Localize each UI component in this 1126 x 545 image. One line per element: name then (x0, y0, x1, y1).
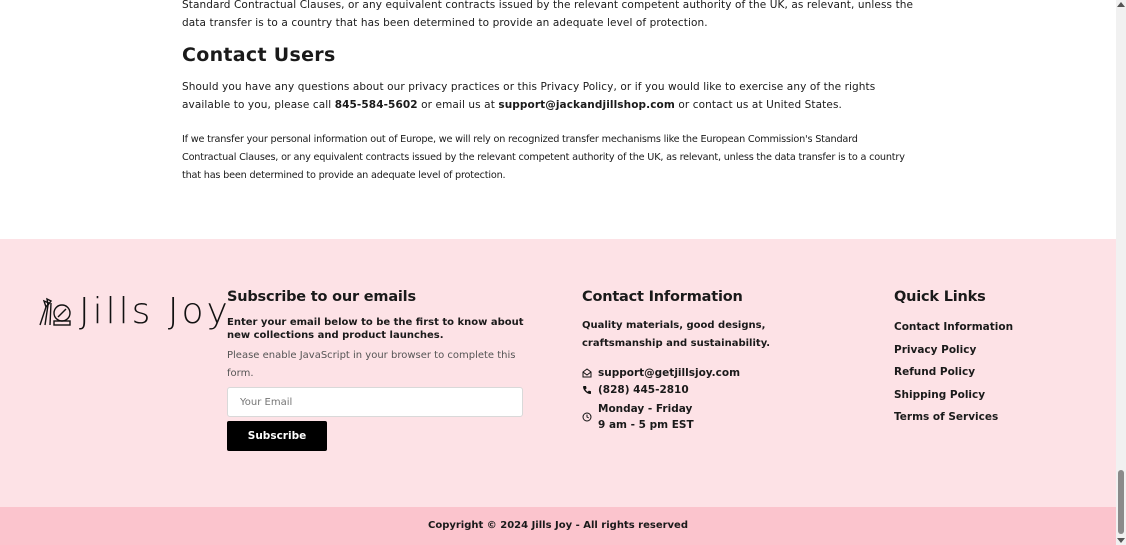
contact-hours-row: Monday - Friday 9 am - 5 pm EST (582, 401, 852, 433)
quick-link-shipping-policy[interactable]: Shipping Policy (894, 387, 1074, 410)
phone-icon (583, 386, 591, 394)
logo-text: Jills Joy (79, 291, 231, 332)
hours-days: Monday - Friday (598, 403, 693, 415)
contact-phone: (828) 445-2810 (598, 384, 689, 396)
vertical-scrollbar[interactable] (1116, 0, 1126, 545)
contact-users-paragraph: Should you have any questions about our … (182, 78, 922, 114)
copyright-bar: Copyright © 2024 Jills Joy - All rights … (0, 507, 1116, 545)
contact-phone-number: 845-584-5602 (334, 99, 418, 111)
quick-links-section: Quick Links Contact Information Privacy … (894, 289, 1074, 432)
contact-email: support@getjillsjoy.com (598, 367, 741, 379)
contact-text-mid: or email us at (417, 99, 499, 111)
envelope-icon (582, 368, 592, 378)
quick-links-list: Contact Information Privacy Policy Refun… (894, 319, 1074, 432)
contact-information-title: Contact Information (582, 289, 743, 305)
site-logo[interactable]: Jills Joy (37, 291, 231, 332)
scroll-down-arrow-icon[interactable] (1117, 538, 1125, 543)
site-footer: Jills Joy Subscribe to our emails Enter … (0, 239, 1116, 507)
copyright-text: Copyright © 2024 Jills Joy - All rights … (427, 520, 688, 531)
quick-links-title: Quick Links (894, 289, 986, 305)
scroll-up-arrow-icon[interactable] (1117, 2, 1125, 7)
quick-link-contact-information[interactable]: Contact Information (894, 319, 1074, 342)
policy-paragraph-transfer: If we transfer your personal information… (182, 134, 905, 181)
subscribe-title: Subscribe to our emails (227, 289, 416, 305)
contact-users-heading: Contact Users (182, 44, 336, 66)
quick-link-refund-policy[interactable]: Refund Policy (894, 364, 1074, 387)
subscribe-button[interactable]: Subscribe (227, 421, 327, 451)
contact-email-address: support@jackandjillshop.com (498, 99, 675, 111)
javascript-notice: Please enable JavaScript in your browser… (227, 350, 516, 379)
subscribe-email-input[interactable] (227, 387, 523, 417)
quick-link-privacy-policy[interactable]: Privacy Policy (894, 342, 1074, 365)
clock-icon (582, 412, 592, 422)
subscribe-section: Subscribe to our emails Enter your email… (227, 289, 527, 451)
contact-text-end: or contact us at United States. (674, 99, 842, 111)
contact-description: Quality materials, good designs, craftsm… (582, 320, 771, 349)
scrollbar-thumb[interactable] (1118, 470, 1124, 534)
contact-hours: Monday - Friday 9 am - 5 pm EST (598, 401, 694, 433)
contact-phone-row[interactable]: (828) 445-2810 (582, 384, 852, 396)
policy-paragraph-top: Standard Contractual Clauses, or any equ… (182, 0, 914, 29)
quick-link-terms-of-services[interactable]: Terms of Services (894, 409, 1074, 432)
hours-time: 9 am - 5 pm EST (598, 419, 694, 431)
contact-email-row[interactable]: support@getjillsjoy.com (582, 367, 852, 379)
makeup-brushes-logo-icon (39, 297, 71, 326)
contact-information-section: Contact Information Quality materials, g… (582, 289, 852, 433)
subscribe-description: Enter your email below to be the first t… (227, 317, 524, 341)
